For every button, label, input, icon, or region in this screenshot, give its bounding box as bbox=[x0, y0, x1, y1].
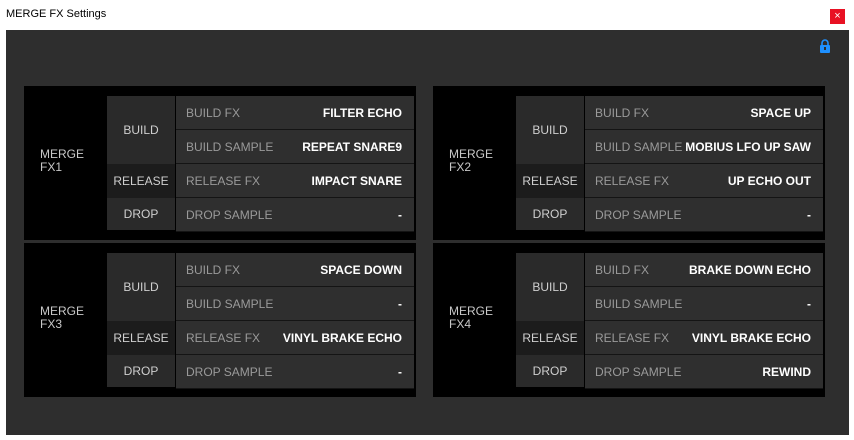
row-label: DROP SAMPLE bbox=[595, 208, 682, 222]
row-value: VINYL BRAKE ECHO bbox=[691, 331, 811, 345]
build-button[interactable]: BUILD bbox=[516, 253, 584, 321]
drop-button[interactable]: DROP bbox=[107, 355, 175, 387]
merge-fx-name: MERGE FX3 bbox=[40, 304, 85, 331]
row-label: RELEASE FX bbox=[595, 331, 670, 345]
merge-fx3-panel: MERGE FX3 BUILD RELEASE DROP BUILD FX SPA… bbox=[24, 243, 416, 397]
row-value: - bbox=[807, 208, 811, 222]
row-value: MOBIUS LFO UP SAW bbox=[685, 140, 811, 154]
lock-icon[interactable] bbox=[818, 39, 832, 53]
release-button[interactable]: RELEASE bbox=[516, 321, 584, 355]
title-bar: MERGE FX Settings × bbox=[0, 0, 854, 30]
row-value: REPEAT SNARE9 bbox=[302, 140, 402, 154]
build-button[interactable]: BUILD bbox=[107, 96, 175, 164]
release-fx-row[interactable]: RELEASE FX IMPACT SNARE bbox=[176, 164, 414, 198]
drop-sample-row[interactable]: DROP SAMPLE - bbox=[585, 198, 823, 232]
build-sample-row[interactable]: BUILD SAMPLE MOBIUS LFO UP SAW bbox=[585, 130, 823, 164]
row-label: RELEASE FX bbox=[186, 174, 261, 188]
row-value: FILTER ECHO bbox=[322, 106, 402, 120]
release-button[interactable]: RELEASE bbox=[107, 321, 175, 355]
release-fx-row[interactable]: RELEASE FX VINYL BRAKE ECHO bbox=[176, 321, 414, 355]
merge-fx1-panel: MERGE FX1 BUILD RELEASE DROP BUILD FX FIL… bbox=[24, 86, 416, 240]
row-value: SPACE UP bbox=[750, 106, 811, 120]
build-button[interactable]: BUILD bbox=[107, 253, 175, 321]
release-fx-row[interactable]: RELEASE FX VINYL BRAKE ECHO bbox=[585, 321, 823, 355]
close-icon[interactable]: × bbox=[830, 9, 845, 24]
row-label: BUILD SAMPLE bbox=[595, 140, 683, 154]
window-title: MERGE FX Settings bbox=[6, 8, 107, 20]
row-value: - bbox=[398, 297, 402, 311]
release-button[interactable]: RELEASE bbox=[516, 164, 584, 198]
row-label: DROP SAMPLE bbox=[595, 365, 682, 379]
build-button[interactable]: BUILD bbox=[516, 96, 584, 164]
release-button[interactable]: RELEASE bbox=[107, 164, 175, 198]
merge-fx-name: MERGE FX2 bbox=[449, 147, 494, 174]
row-label: DROP SAMPLE bbox=[186, 208, 273, 222]
merge-fx-name: MERGE FX1 bbox=[40, 147, 85, 174]
row-label: BUILD SAMPLE bbox=[186, 140, 274, 154]
row-label: BUILD SAMPLE bbox=[595, 297, 683, 311]
build-sample-row[interactable]: BUILD SAMPLE - bbox=[585, 287, 823, 321]
build-sample-row[interactable]: BUILD SAMPLE REPEAT SNARE9 bbox=[176, 130, 414, 164]
build-sample-row[interactable]: BUILD SAMPLE - bbox=[176, 287, 414, 321]
row-label: BUILD FX bbox=[595, 106, 650, 120]
row-value: BRAKE DOWN ECHO bbox=[689, 263, 811, 277]
row-label: DROP SAMPLE bbox=[186, 365, 273, 379]
merge-fx2-panel: MERGE FX2 BUILD RELEASE DROP BUILD FX SPA… bbox=[433, 86, 825, 240]
row-value: - bbox=[398, 365, 402, 379]
release-fx-row[interactable]: RELEASE FX UP ECHO OUT bbox=[585, 164, 823, 198]
row-value: - bbox=[398, 208, 402, 222]
drop-sample-row[interactable]: DROP SAMPLE - bbox=[176, 198, 414, 232]
merge-fx-name: MERGE FX4 bbox=[449, 304, 494, 331]
row-label: BUILD FX bbox=[186, 106, 241, 120]
row-label: BUILD FX bbox=[595, 263, 650, 277]
merge-fx4-panel: MERGE FX4 BUILD RELEASE DROP BUILD FX BRA… bbox=[433, 243, 825, 397]
drop-button[interactable]: DROP bbox=[516, 198, 584, 230]
row-label: BUILD FX bbox=[186, 263, 241, 277]
row-value: SPACE DOWN bbox=[320, 263, 402, 277]
row-value: UP ECHO OUT bbox=[727, 174, 811, 188]
row-label: BUILD SAMPLE bbox=[186, 297, 274, 311]
merge-fx-settings-window: MERGE FX Settings × MERGE FX1 BUILD RELE… bbox=[0, 0, 854, 440]
row-value: VINYL BRAKE ECHO bbox=[282, 331, 402, 345]
row-label: RELEASE FX bbox=[595, 174, 670, 188]
drop-sample-row[interactable]: DROP SAMPLE REWIND bbox=[585, 355, 823, 389]
build-fx-row[interactable]: BUILD FX SPACE DOWN bbox=[176, 253, 414, 287]
row-label: RELEASE FX bbox=[186, 331, 261, 345]
build-fx-row[interactable]: BUILD FX FILTER ECHO bbox=[176, 96, 414, 130]
row-value: IMPACT SNARE bbox=[311, 174, 402, 188]
drop-sample-row[interactable]: DROP SAMPLE - bbox=[176, 355, 414, 389]
row-value: - bbox=[807, 297, 811, 311]
row-value: REWIND bbox=[762, 365, 811, 379]
build-fx-row[interactable]: BUILD FX SPACE UP bbox=[585, 96, 823, 130]
drop-button[interactable]: DROP bbox=[107, 198, 175, 230]
build-fx-row[interactable]: BUILD FX BRAKE DOWN ECHO bbox=[585, 253, 823, 287]
drop-button[interactable]: DROP bbox=[516, 355, 584, 387]
